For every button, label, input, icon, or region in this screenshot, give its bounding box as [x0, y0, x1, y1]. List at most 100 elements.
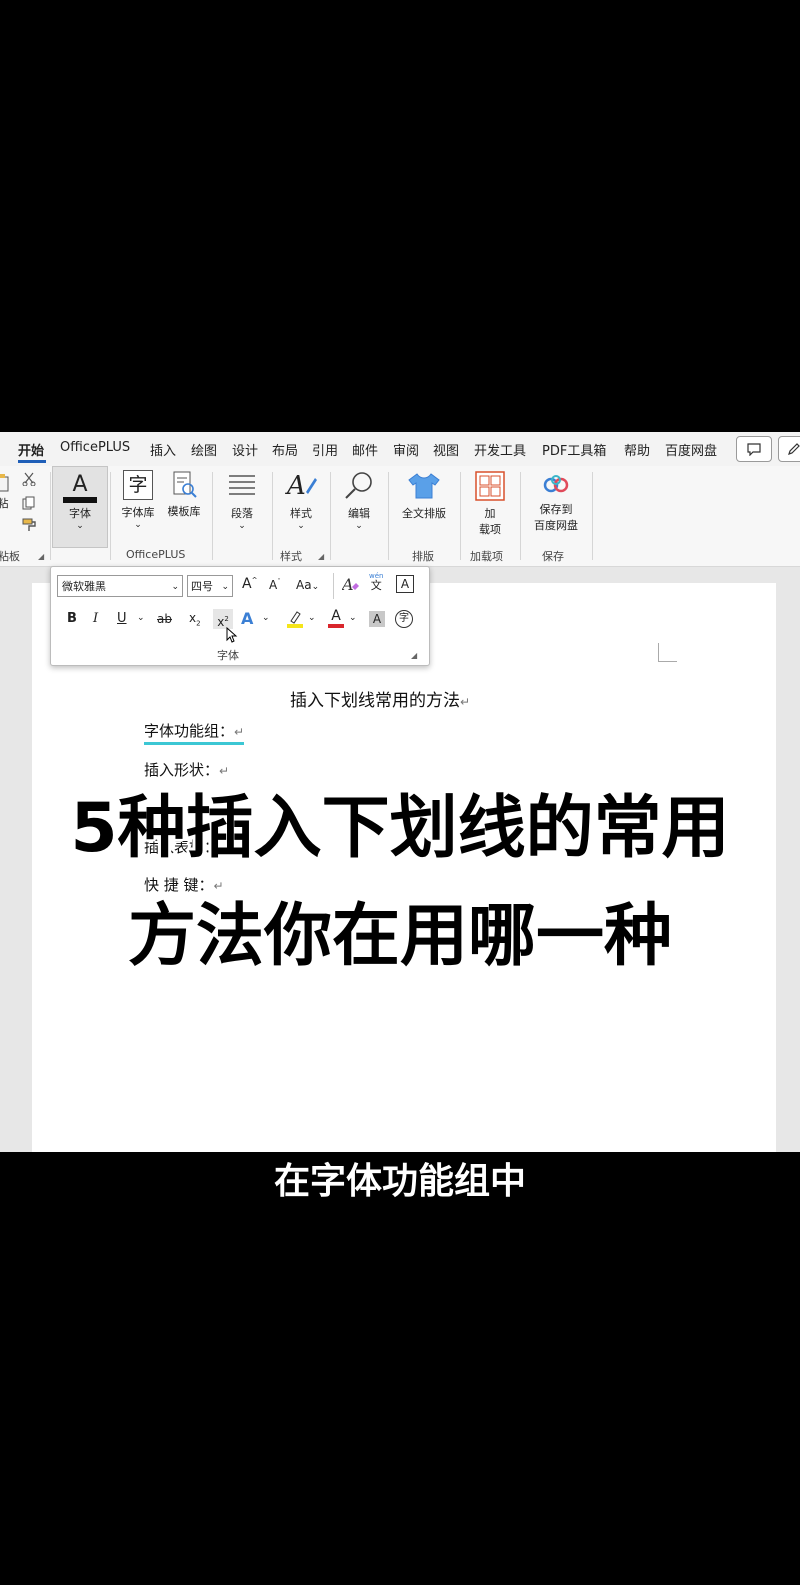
- chevron-down-icon: ⌄: [221, 582, 229, 592]
- paste-icon: [0, 474, 9, 492]
- font-dialog-launcher-icon[interactable]: ◢: [411, 651, 417, 660]
- baidu-netdisk-icon: [543, 475, 569, 493]
- font-library-button[interactable]: 字 字体库 ⌄: [116, 470, 160, 530]
- overlay-headline-line2: 方法你在用哪一种: [127, 897, 672, 976]
- video-subtitle: 在字体功能组中: [273, 1161, 526, 1202]
- font-group-button[interactable]: A 字体 ⌄: [52, 466, 108, 548]
- text-effects-button[interactable]: A: [241, 609, 253, 628]
- full-typeset-button[interactable]: 全文排版: [394, 470, 454, 521]
- mouse-cursor-icon: [226, 626, 238, 646]
- highlight-color-button[interactable]: [286, 609, 304, 632]
- underline-button[interactable]: U: [117, 611, 127, 626]
- document-title[interactable]: 插入下划线常用的方法↵: [290, 686, 470, 711]
- chevron-down-icon: ⌄: [76, 521, 84, 531]
- strikethrough-button[interactable]: ab: [157, 612, 172, 626]
- tab-review[interactable]: 审阅: [393, 440, 419, 459]
- paragraph-mark-icon: ↵: [234, 725, 245, 739]
- highlight-underline: [144, 742, 244, 745]
- bold-button[interactable]: B: [67, 611, 77, 626]
- divider: [272, 472, 273, 560]
- styles-button[interactable]: A 样式 ⌄: [278, 470, 324, 531]
- tab-mailings[interactable]: 邮件: [352, 440, 378, 459]
- character-shading-button[interactable]: A: [369, 611, 385, 627]
- tab-layout[interactable]: 布局: [272, 440, 298, 459]
- italic-button[interactable]: I: [93, 611, 98, 626]
- chevron-down-icon: ⌄: [355, 521, 363, 531]
- svg-text:A: A: [285, 471, 306, 501]
- enclose-characters-button[interactable]: 字: [395, 610, 413, 628]
- divider: [110, 472, 111, 560]
- tab-view[interactable]: 视图: [433, 440, 459, 459]
- group-save-label: 保存: [542, 550, 564, 563]
- subscript-button[interactable]: x2: [189, 611, 201, 627]
- font-name-select[interactable]: 微软雅黑 ⌄: [57, 575, 183, 597]
- font-color-bar: [328, 624, 344, 628]
- save-to-baidu-button[interactable]: 保存到 百度网盘: [526, 472, 586, 533]
- clipboard-launcher-icon[interactable]: ◢: [38, 552, 44, 561]
- tab-design[interactable]: 设计: [232, 440, 258, 459]
- format-painter-icon[interactable]: [22, 518, 38, 535]
- divider: [50, 472, 51, 560]
- overlay-headline-line1: 5种插入下划线的常用: [70, 789, 730, 868]
- divider: [460, 472, 461, 560]
- chevron-down-icon: ⌄: [311, 582, 320, 592]
- tab-draw[interactable]: 绘图: [191, 440, 217, 459]
- group-officeplus-label: OfficePLUS: [126, 548, 186, 561]
- shirt-icon: [408, 473, 440, 499]
- editing-mode-button[interactable]: [778, 436, 800, 462]
- copy-icon[interactable]: [22, 496, 36, 513]
- cut-icon[interactable]: [22, 472, 36, 489]
- magnifier-icon: [345, 472, 372, 499]
- chevron-down-icon[interactable]: ⌄: [349, 613, 357, 623]
- font-group-label: 字体: [217, 649, 239, 662]
- svg-text:A: A: [342, 575, 354, 593]
- tab-home[interactable]: 开始: [18, 440, 44, 459]
- divider: [330, 472, 331, 560]
- tab-references[interactable]: 引用: [312, 440, 338, 459]
- character-border-button[interactable]: A: [396, 575, 414, 593]
- ribbon: 粘 粘板 ◢ A 字体 ⌄ 字 字体库 ⌄ 模板库 OfficePLUS 段落 …: [0, 466, 800, 567]
- paragraph-mark-icon: ↵: [460, 695, 471, 709]
- underline-dropdown-chevron-icon[interactable]: ⌄: [137, 613, 145, 623]
- menu-bar: 开始 OfficePLUS 插入 绘图 设计 布局 引用 邮件 审阅 视图 开发…: [0, 432, 800, 466]
- paste-button[interactable]: 粘: [0, 474, 10, 511]
- doc-line-font-group[interactable]: 字体功能组：↵: [144, 720, 245, 745]
- clear-formatting-icon[interactable]: A: [340, 575, 360, 596]
- grow-font-button[interactable]: A^: [242, 576, 257, 592]
- font-library-icon: 字: [123, 470, 153, 500]
- template-library-button[interactable]: 模板库: [162, 470, 206, 519]
- phonetic-guide-button[interactable]: wén 文: [369, 571, 383, 591]
- margin-corner-marker: [658, 643, 677, 662]
- pencil-icon: [788, 443, 800, 455]
- chevron-down-icon: ⌄: [171, 582, 179, 592]
- tab-pdf-toolbox[interactable]: PDF工具箱: [542, 440, 606, 459]
- shrink-font-button[interactable]: Aˇ: [269, 578, 281, 592]
- tab-developer[interactable]: 开发工具: [474, 440, 526, 459]
- comments-button[interactable]: [736, 436, 772, 462]
- change-case-button[interactable]: Aa⌄: [296, 578, 319, 592]
- addins-grid-icon: [475, 471, 505, 501]
- tab-baidu-netdisk[interactable]: 百度网盘: [665, 440, 717, 459]
- paragraph-button[interactable]: 段落 ⌄: [218, 472, 266, 531]
- tab-officeplus[interactable]: OfficePLUS: [60, 440, 130, 455]
- divider: [592, 472, 593, 560]
- editing-button[interactable]: 编辑 ⌄: [336, 470, 382, 531]
- font-a-icon: A: [72, 472, 88, 497]
- group-styles-label: 样式: [280, 550, 302, 563]
- paragraph-align-icon: [229, 475, 255, 495]
- styles-launcher-icon[interactable]: ◢: [318, 552, 324, 561]
- active-tab-indicator: [18, 460, 46, 463]
- tab-help[interactable]: 帮助: [624, 440, 650, 459]
- chevron-down-icon: ⌄: [238, 521, 246, 531]
- group-clipboard-label: 粘板: [0, 550, 20, 563]
- superscript-button[interactable]: x2: [213, 609, 233, 629]
- comment-icon: [747, 443, 761, 457]
- font-color-button[interactable]: A: [328, 608, 344, 628]
- styles-icon: A: [285, 471, 317, 501]
- divider: [388, 472, 389, 560]
- addins-button[interactable]: 加 载项: [466, 470, 514, 537]
- chevron-down-icon[interactable]: ⌄: [308, 613, 316, 623]
- chevron-down-icon[interactable]: ⌄: [262, 613, 270, 623]
- font-size-select[interactable]: 四号 ⌄: [187, 575, 233, 597]
- tab-insert[interactable]: 插入: [150, 440, 176, 459]
